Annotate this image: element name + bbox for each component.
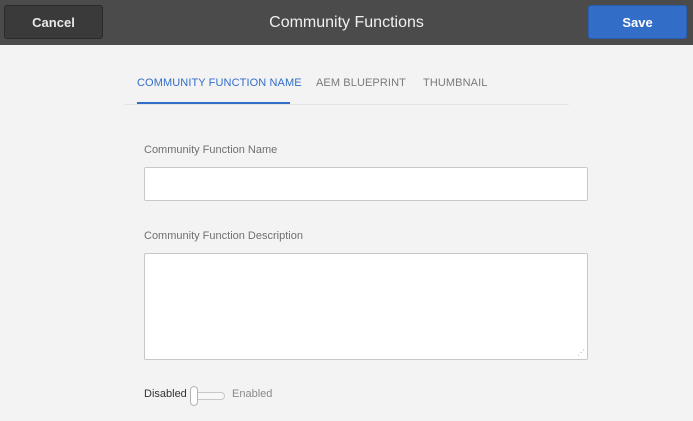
tab-bar: COMMUNITY FUNCTION NAME AEM BLUEPRINT TH… xyxy=(124,60,569,105)
resize-grip-icon[interactable]: ⋰ xyxy=(577,349,585,357)
toggle-off-label: Disabled xyxy=(144,388,187,400)
tab-aem-blueprint[interactable]: AEM BLUEPRINT xyxy=(316,77,406,89)
community-function-description-textarea[interactable]: ⋰ xyxy=(144,253,588,360)
active-tab-indicator xyxy=(137,102,290,104)
name-field-label: Community Function Name xyxy=(144,144,278,156)
toggle-thumb[interactable] xyxy=(190,386,198,406)
toggle-on-label: Enabled xyxy=(232,388,273,400)
tab-thumbnail[interactable]: THUMBNAIL xyxy=(423,77,487,89)
top-bar: Cancel Community Functions Save xyxy=(0,0,693,45)
community-function-name-input[interactable] xyxy=(144,167,588,201)
description-field-label: Community Function Description xyxy=(144,230,303,242)
save-button[interactable]: Save xyxy=(588,5,687,39)
tab-community-function-name[interactable]: COMMUNITY FUNCTION NAME xyxy=(137,77,302,89)
cancel-button[interactable]: Cancel xyxy=(4,5,103,39)
